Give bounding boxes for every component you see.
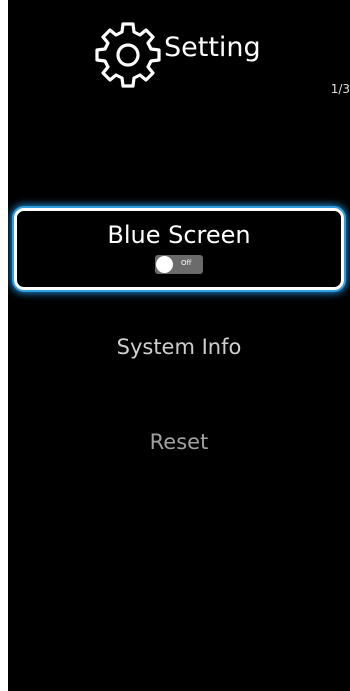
menu-item-label: System Info bbox=[116, 335, 242, 359]
menu-item-label: Blue Screen bbox=[107, 221, 251, 249]
toggle-knob bbox=[156, 256, 173, 273]
toggle-state-label: Off bbox=[181, 259, 192, 267]
menu-item-system-info[interactable]: System Info bbox=[14, 335, 344, 375]
menu-item-reset[interactable]: Reset bbox=[14, 430, 344, 470]
header: Setting 1/3 bbox=[8, 12, 350, 96]
page-indicator: 1/3 bbox=[330, 82, 350, 96]
page-title: Setting bbox=[164, 32, 261, 63]
menu-item-blue-screen[interactable]: Blue Screen Off bbox=[14, 208, 344, 290]
settings-screen: Setting 1/3 Blue Screen Off System Info … bbox=[8, 0, 350, 691]
gear-icon bbox=[95, 22, 161, 88]
blue-screen-toggle[interactable]: Off bbox=[155, 255, 203, 274]
menu-item-label: Reset bbox=[149, 430, 209, 454]
